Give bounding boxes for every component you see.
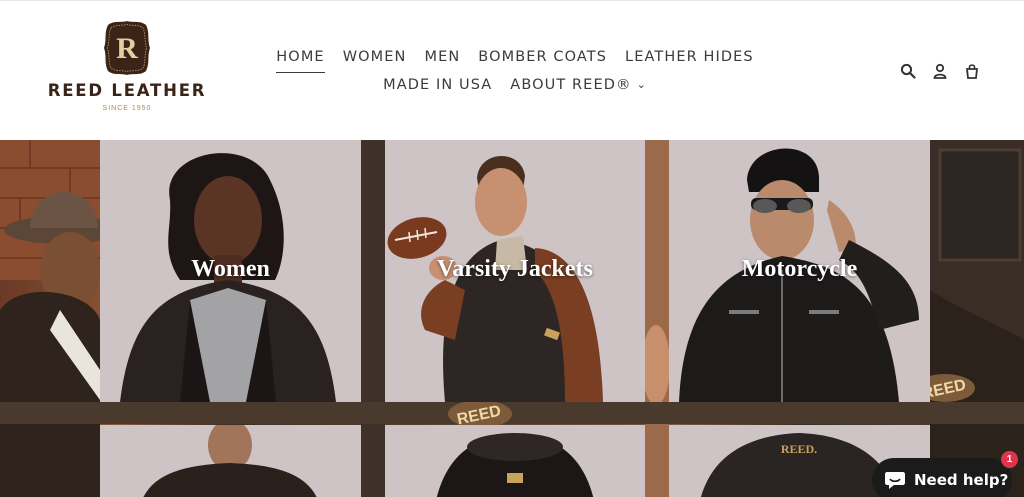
main-nav: HOME WOMEN MEN BOMBER COATS LEATHER HIDE… bbox=[270, 45, 760, 101]
category-tile-bomber[interactable] bbox=[385, 425, 645, 497]
men-model-image bbox=[143, 425, 317, 497]
category-tile-varsity[interactable]: Varsity Jackets bbox=[385, 140, 645, 402]
cart-icon[interactable] bbox=[962, 61, 982, 81]
bomber-jacket-image bbox=[436, 433, 594, 497]
brand-logo[interactable]: R REED LEATHER SINCE 1950 bbox=[46, 19, 208, 115]
chat-notification-badge: 1 bbox=[1001, 451, 1018, 468]
nav-men[interactable]: MEN bbox=[415, 45, 469, 73]
chevron-down-icon: ⌄ bbox=[636, 78, 647, 91]
tile-title: Women bbox=[191, 256, 270, 282]
category-tile-men[interactable] bbox=[100, 425, 361, 497]
chat-help-button[interactable]: Need help? bbox=[872, 458, 1012, 497]
category-tile-motorcycle[interactable]: Motorcycle bbox=[669, 140, 930, 402]
account-icon[interactable] bbox=[930, 61, 950, 81]
category-tile-women[interactable]: Women bbox=[100, 140, 361, 402]
nav-bomber-coats[interactable]: BOMBER COATS bbox=[469, 45, 616, 73]
site-header: R REED LEATHER SINCE 1950 HOME WOMEN MEN… bbox=[0, 0, 1024, 140]
nav-leather-hides[interactable]: LEATHER HIDES bbox=[616, 45, 763, 73]
chat-bubble-icon bbox=[885, 472, 905, 489]
hero-banner: REED REED Women Varsity Jackets Motorcyc… bbox=[0, 140, 1024, 497]
nav-about-reed[interactable]: ABOUT REED® ⌄ bbox=[501, 73, 656, 101]
svg-text:REED.: REED. bbox=[781, 442, 817, 456]
nav-about-reed-label: ABOUT REED® bbox=[510, 77, 632, 93]
header-icons bbox=[898, 61, 982, 81]
brand-name: REED LEATHER bbox=[47, 81, 207, 100]
tile-title: Motorcycle bbox=[741, 256, 858, 282]
leather-badge-icon: R bbox=[104, 21, 150, 75]
nav-made-in-usa[interactable]: MADE IN USA bbox=[374, 73, 501, 101]
tile-title: Varsity Jackets bbox=[437, 256, 593, 282]
chat-label: Need help? bbox=[914, 471, 1009, 489]
nav-home[interactable]: HOME bbox=[267, 45, 333, 73]
search-icon[interactable] bbox=[898, 61, 918, 81]
brand-since: SINCE 1950 bbox=[102, 105, 152, 112]
nav-women[interactable]: WOMEN bbox=[334, 45, 416, 73]
svg-text:R: R bbox=[116, 32, 138, 65]
